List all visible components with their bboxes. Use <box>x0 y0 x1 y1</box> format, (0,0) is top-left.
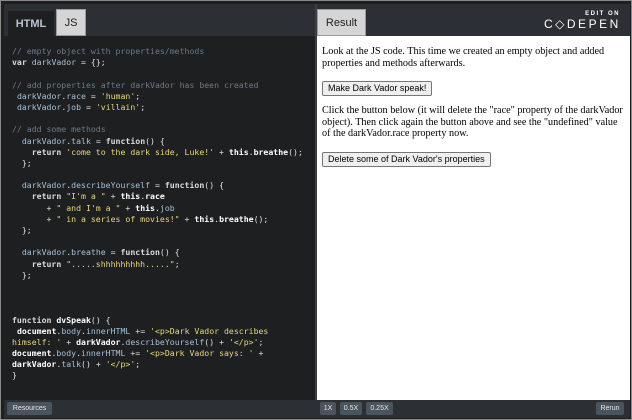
code-line: } <box>12 370 17 381</box>
code-line: }; <box>12 269 32 280</box>
code-line: darkVador.job = 'villain'; <box>16 101 146 112</box>
code-line: darkVador.breathe = function() { <box>21 247 180 258</box>
codepen-logo: C◇DEPEN <box>544 17 621 31</box>
code-line: return "I'm a " + this.race <box>31 191 165 202</box>
code-line: // add some methods <box>12 124 106 135</box>
code-line: + " and I'm a " + this.job <box>12 202 175 213</box>
result-tab-bar: Result EDIT ON C◇DEPEN <box>317 4 630 36</box>
code-line: }; <box>12 157 32 168</box>
code-line: himself: ' + darkVador.describeYourself(… <box>12 336 264 347</box>
result-preview: Look at the JS code. This time we create… <box>317 36 630 400</box>
make-dark-vador-speak-button[interactable]: Make Dark Vador speak! <box>322 81 433 97</box>
delete-properties-button[interactable]: Delete some of Dark Vador's properties <box>322 151 491 167</box>
code-view[interactable]: // empty object with properties/methods v… <box>12 46 312 391</box>
code-line: darkVador.race = 'human'; <box>16 90 141 101</box>
resources-button[interactable]: Resources <box>7 402 52 415</box>
editor-tab-bar: HTML JS <box>4 4 315 36</box>
code-line: document.body.innerHTML += '<p>Dark Vado… <box>12 348 264 359</box>
zoom-1x-button[interactable]: 1X <box>320 402 336 415</box>
codepen-embed: HTML JS // empty object with properties/… <box>0 0 632 420</box>
intro-paragraph: Look at the JS code. This time we create… <box>322 46 605 69</box>
zoom-0-25x-button[interactable]: 0.25X <box>366 402 393 415</box>
code-line: darkVador.talk = function() { <box>21 135 165 146</box>
code-line: // empty object with properties/methods <box>12 46 205 56</box>
code-line: return ".....shhhhhhhhh....."; <box>31 258 180 269</box>
code-line: return 'come to the dark side, Luke!' + … <box>31 146 303 157</box>
rerun-button[interactable]: Rerun <box>596 402 624 415</box>
code-line: function dvSpeak() { <box>12 314 111 325</box>
code-line: darkVador.talk() + '</p>'; <box>12 359 141 370</box>
code-line: var darkVador = {}; <box>12 57 106 68</box>
bottom-bar: Resources 1X 0.5X 0.25X Rerun <box>4 400 630 418</box>
tab-js[interactable]: JS <box>56 9 86 36</box>
code-line: }; <box>12 225 32 235</box>
tab-html[interactable]: HTML <box>8 9 54 36</box>
tab-result[interactable]: Result <box>317 9 366 36</box>
code-line: // add properties after darkVador has be… <box>12 79 259 90</box>
code-line: document.body.innerHTML += '<p>Dark Vado… <box>16 325 269 336</box>
code-line: darkVador.describeYourself = function() … <box>21 180 224 191</box>
edit-on-codepen-link[interactable]: EDIT ON C◇DEPEN <box>544 10 620 32</box>
instructions-paragraph: Click the button below (it will delete t… <box>322 105 623 140</box>
code-line: + " in a series of movies!" + this.breat… <box>12 213 269 224</box>
code-editor-panel: HTML JS // empty object with properties/… <box>4 4 315 400</box>
zoom-0-5x-button[interactable]: 0.5X <box>340 402 362 415</box>
